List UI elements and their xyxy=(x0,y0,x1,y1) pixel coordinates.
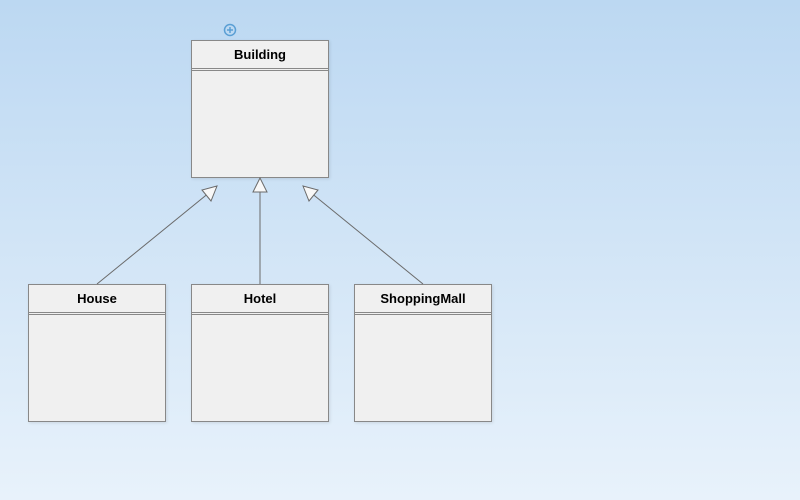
class-house[interactable]: House xyxy=(28,284,166,422)
class-building-title: Building xyxy=(192,41,328,69)
class-body xyxy=(192,315,328,417)
connector-house-building xyxy=(97,186,217,284)
class-body xyxy=(29,315,165,417)
class-building[interactable]: Building xyxy=(191,40,329,178)
connector-hotel-building xyxy=(253,178,267,284)
add-class-icon[interactable] xyxy=(223,23,237,37)
class-shoppingmall-title: ShoppingMall xyxy=(355,285,491,313)
class-body xyxy=(192,71,328,173)
connector-shoppingmall-building xyxy=(303,186,423,284)
class-shoppingmall[interactable]: ShoppingMall xyxy=(354,284,492,422)
inheritance-connectors xyxy=(0,0,800,500)
class-hotel-title: Hotel xyxy=(192,285,328,313)
class-house-title: House xyxy=(29,285,165,313)
class-hotel[interactable]: Hotel xyxy=(191,284,329,422)
class-body xyxy=(355,315,491,417)
